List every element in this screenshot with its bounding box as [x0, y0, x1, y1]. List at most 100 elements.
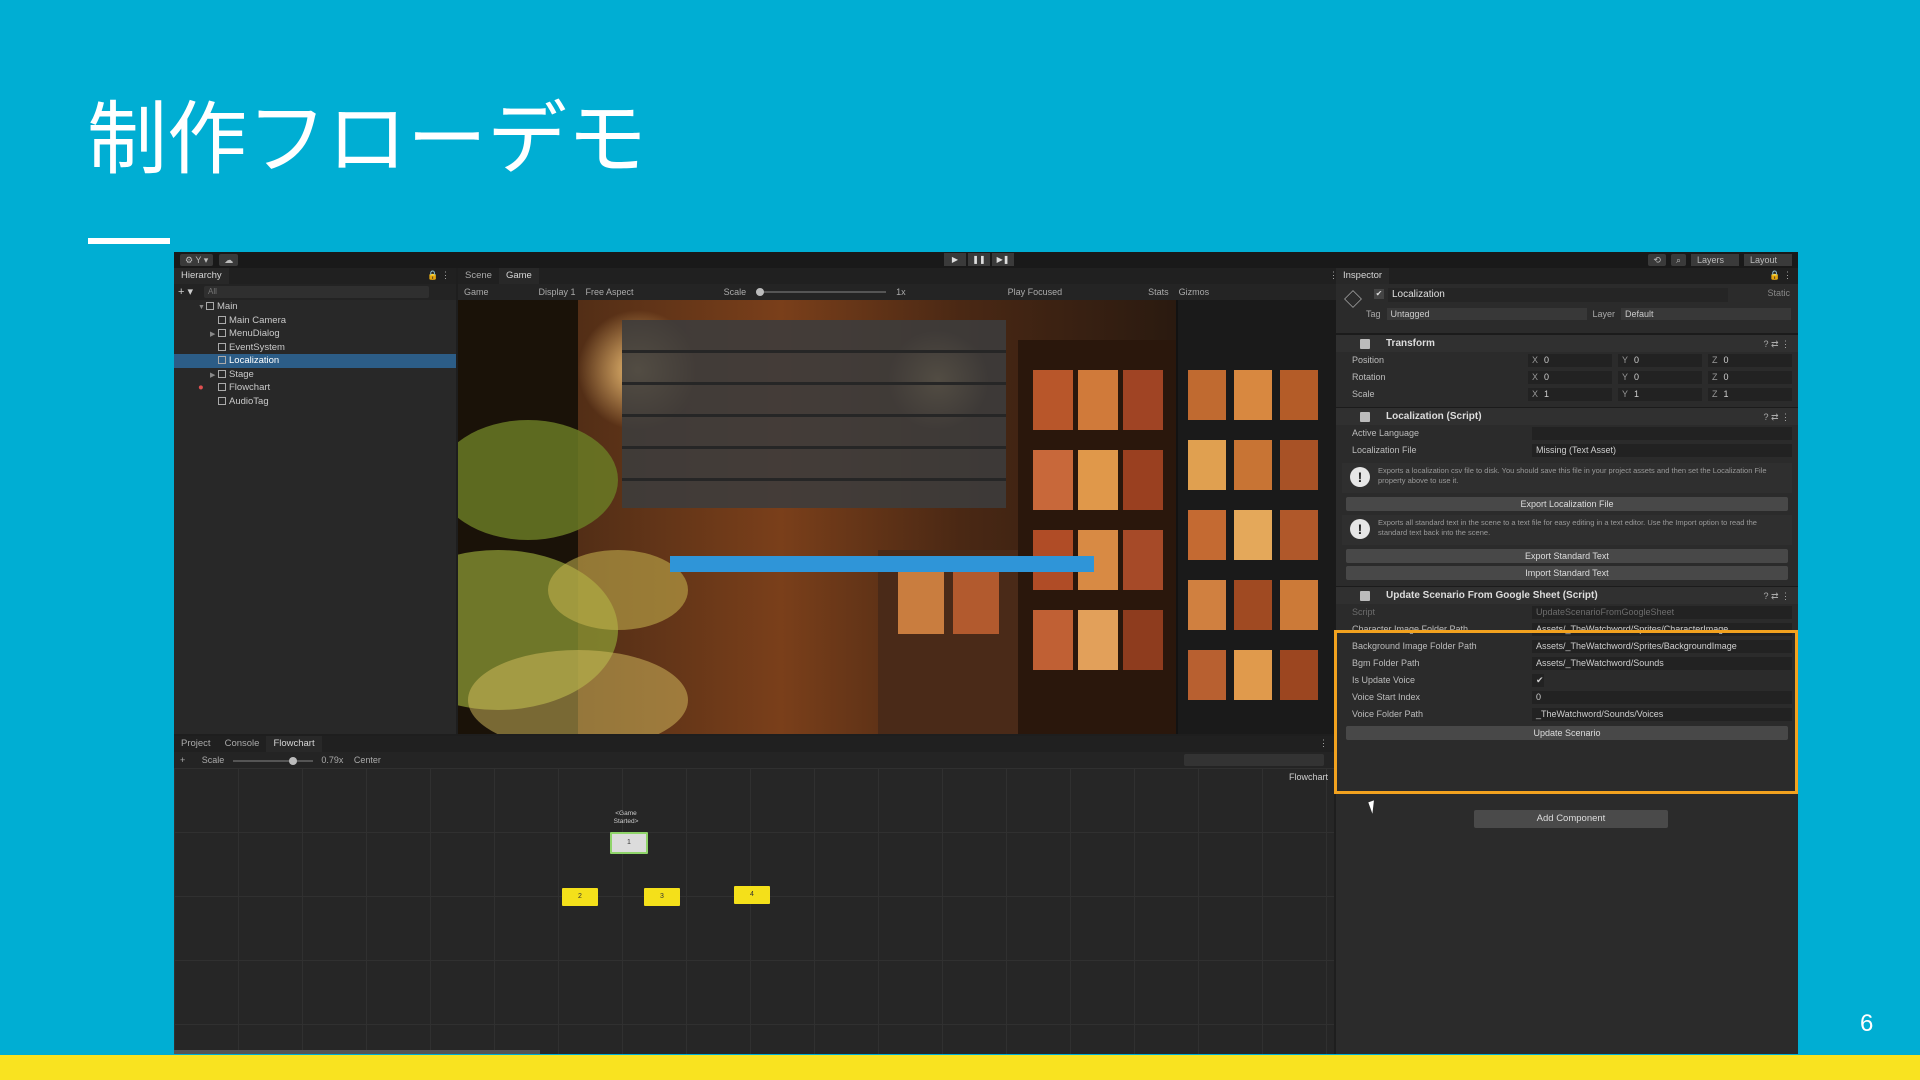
hierarchy-item-menudialog[interactable]: ▶ MenuDialog	[174, 327, 456, 341]
layer-dropdown[interactable]: Default	[1621, 308, 1792, 320]
localization-file-field[interactable]: Missing (Text Asset)	[1532, 444, 1792, 457]
component-menu-icon[interactable]: ? ⇄ ⋮	[1763, 587, 1790, 605]
step-button[interactable]: ▶❚	[992, 253, 1014, 266]
tab-inspector[interactable]: Inspector	[1336, 268, 1390, 284]
panel-menu-icon[interactable]: 🔒 ⋮	[1769, 270, 1792, 281]
help-box: ! Exports a localization csv file to dis…	[1342, 463, 1792, 493]
add-component-button[interactable]: Add Component	[1474, 810, 1668, 828]
active-checkbox[interactable]: ✔	[1374, 289, 1384, 299]
export-localization-button[interactable]: Export Localization File	[1346, 497, 1788, 511]
cloud-icon[interactable]: ☁	[219, 254, 239, 266]
layers-dropdown[interactable]: Layers	[1691, 254, 1739, 266]
flowchart-scale-slider[interactable]	[232, 756, 313, 765]
flowchart-block[interactable]: 4	[734, 886, 770, 904]
add-block-icon[interactable]: +	[180, 755, 185, 765]
tag-label: Tag	[1366, 309, 1381, 319]
info-icon: !	[1350, 467, 1370, 487]
event-label: <Game Started>	[613, 810, 639, 825]
scene-icon	[206, 302, 214, 310]
hierarchy-item-eventsystem[interactable]: EventSystem	[174, 341, 456, 355]
position-y-field[interactable]: Y0	[1618, 354, 1702, 367]
tab-console[interactable]: Console	[218, 736, 267, 752]
hierarchy-search-input[interactable]: All	[204, 286, 429, 298]
flowchart-block[interactable]: 3	[644, 888, 680, 906]
localization-script-header[interactable]: Localization (Script) ? ⇄ ⋮	[1336, 407, 1798, 425]
history-icon[interactable]: ⟲	[1648, 254, 1666, 266]
position-z-field[interactable]: Z0	[1708, 354, 1792, 367]
tab-project[interactable]: Project	[174, 736, 218, 752]
panel-menu-icon[interactable]: 🔒 ⋮	[427, 270, 450, 281]
script-icon	[1360, 412, 1370, 422]
flowchart-block-start[interactable]: 1	[610, 832, 648, 854]
scale-x-field[interactable]: X1	[1528, 388, 1612, 401]
active-language-row: Active Language	[1336, 425, 1798, 442]
highlight-frame	[1334, 630, 1798, 794]
export-standard-text-button[interactable]: Export Standard Text	[1346, 549, 1788, 563]
update-scenario-script-header[interactable]: Update Scenario From Google Sheet (Scrip…	[1336, 586, 1798, 604]
hierarchy-item-main[interactable]: ▼ Main	[174, 300, 456, 314]
scale-z-field[interactable]: Z1	[1708, 388, 1792, 401]
rotation-x-field[interactable]: X0	[1528, 371, 1612, 384]
script-icon	[1360, 591, 1370, 601]
display-mode-dropdown[interactable]: Game	[464, 287, 489, 297]
slide-title: 制作フローデモ	[87, 93, 647, 186]
rotation-y-field[interactable]: Y0	[1618, 371, 1702, 384]
position-row: Position X0 Y0 Z0	[1336, 352, 1798, 369]
hierarchy-item-audiotag[interactable]: AudioTag	[174, 395, 456, 409]
static-toggle[interactable]: Static	[1767, 288, 1790, 298]
hierarchy-item-main-camera[interactable]: Main Camera	[174, 314, 456, 328]
component-menu-icon[interactable]: ? ⇄ ⋮	[1763, 408, 1790, 426]
tag-dropdown[interactable]: Untagged	[1386, 308, 1587, 320]
position-x-field[interactable]: X0	[1528, 354, 1612, 367]
hierarchy-item-flowchart[interactable]: ● Flowchart	[174, 381, 456, 395]
gizmos-dropdown[interactable]: Gizmos	[1179, 287, 1210, 297]
tab-scene[interactable]: Scene	[458, 268, 499, 284]
tab-hierarchy[interactable]: Hierarchy	[174, 268, 229, 284]
expand-arrow-icon[interactable]: ▼	[198, 301, 206, 315]
scale-value: 1x	[896, 287, 906, 297]
hierarchy-item-stage[interactable]: ▶ Stage	[174, 368, 456, 382]
rotation-z-field[interactable]: Z0	[1708, 371, 1792, 384]
component-menu-icon[interactable]: ? ⇄ ⋮	[1763, 335, 1790, 353]
expand-arrow-icon[interactable]: ▶	[210, 369, 218, 383]
transform-icon	[1360, 339, 1370, 349]
game-viewport[interactable]	[458, 300, 1344, 734]
flowchart-panel: Project Console Flowchart ⋮ + Scale 0.79…	[174, 736, 1334, 1054]
transform-header[interactable]: Transform ? ⇄ ⋮	[1336, 334, 1798, 352]
center-button[interactable]: Center	[354, 755, 381, 765]
flowchart-canvas[interactable]: Flowchart <Game Started> 1 2 3 4	[174, 768, 1334, 1054]
search-icon[interactable]: ⌕	[1670, 254, 1686, 266]
add-icon[interactable]: + ▾	[178, 285, 193, 298]
play-button[interactable]: ▶	[944, 253, 966, 266]
object-name-field[interactable]: Localization	[1388, 288, 1728, 302]
tab-game[interactable]: Game	[498, 268, 539, 284]
game-toolbar: Game Display 1 Free Aspect Scale 1x Play…	[458, 284, 1344, 300]
display-dropdown[interactable]: Display 1	[539, 287, 576, 297]
title-underline	[88, 238, 170, 244]
tab-flowchart[interactable]: Flowchart	[266, 736, 322, 752]
gameobject-icon	[218, 396, 226, 405]
hierarchy-item-localization[interactable]: Localization	[174, 354, 456, 368]
horizontal-scrollbar[interactable]	[174, 1050, 540, 1054]
account-dropdown[interactable]: ⚙ Y ▾	[180, 254, 214, 266]
cafe-scene-image	[458, 300, 1344, 734]
panel-menu-icon[interactable]: ⋮	[1319, 738, 1328, 749]
layout-dropdown[interactable]: Layout	[1744, 254, 1792, 266]
layer-label: Layer	[1592, 309, 1616, 319]
import-standard-text-button[interactable]: Import Standard Text	[1346, 566, 1788, 580]
flowchart-search-input[interactable]	[1184, 754, 1324, 766]
main-toolbar: ⚙ Y ▾ ☁ ▶ ❚❚ ▶❚ ⟲ ⌕ Layers Layout	[174, 252, 1798, 268]
rotation-row: Rotation X0 Y0 Z0	[1336, 369, 1798, 386]
flowchart-name-label: Flowchart	[1288, 772, 1328, 782]
flowchart-block[interactable]: 2	[562, 888, 598, 906]
info-icon: !	[1350, 519, 1370, 539]
play-mode-dropdown[interactable]: Play Focused	[1008, 287, 1063, 297]
active-language-field[interactable]	[1532, 427, 1792, 440]
localization-file-row: Localization File Missing (Text Asset)	[1336, 442, 1798, 459]
aspect-dropdown[interactable]: Free Aspect	[586, 287, 634, 297]
scale-slider[interactable]	[756, 288, 887, 296]
scale-y-field[interactable]: Y1	[1618, 388, 1702, 401]
expand-arrow-icon[interactable]: ▶	[210, 328, 218, 342]
pause-button[interactable]: ❚❚	[968, 253, 990, 266]
stats-toggle[interactable]: Stats	[1148, 287, 1169, 297]
